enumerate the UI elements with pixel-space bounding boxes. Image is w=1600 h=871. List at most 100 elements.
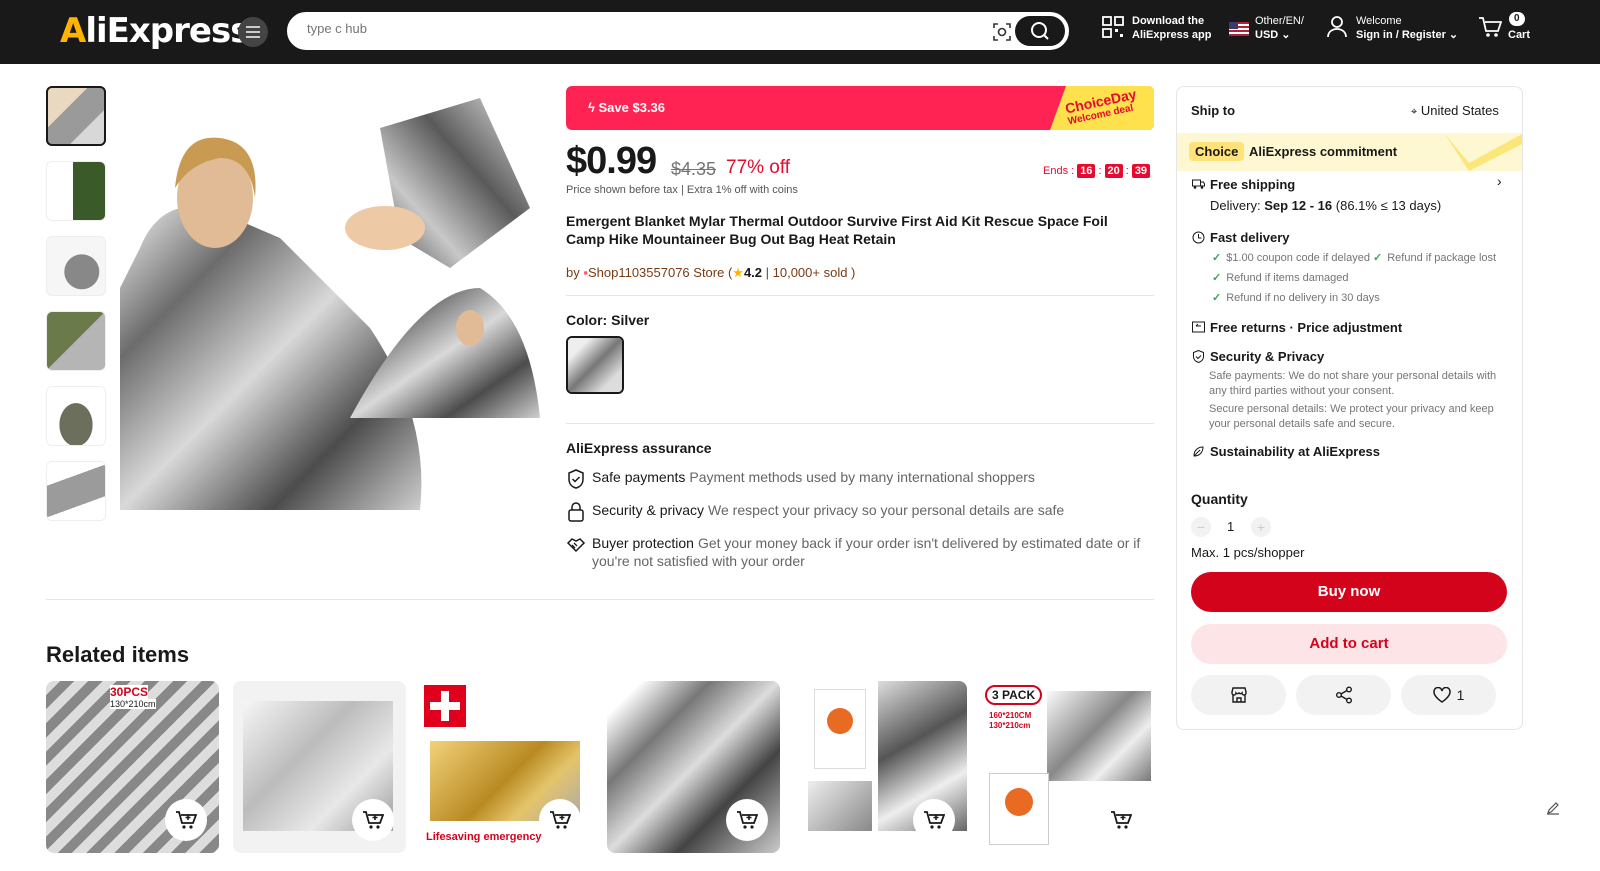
related-size: 130*210cm xyxy=(110,699,156,709)
fd-refund-lost: Refund if package lost xyxy=(1373,251,1496,264)
related-badge-30pcs: 30PCS xyxy=(110,685,149,699)
store-info: by ▪Shop1103557076 Store (★4.2 | 10,000+… xyxy=(566,265,855,281)
share-button[interactable] xyxy=(1296,675,1391,715)
fd-coupon: $1.00 coupon code if delayed xyxy=(1212,251,1370,264)
sustainability-row[interactable]: Sustainability at AliExpress xyxy=(1192,444,1380,459)
product-photo xyxy=(120,98,540,510)
ship-to-country[interactable]: ⌖ United States xyxy=(1411,103,1499,119)
add-to-cart-icon-button[interactable] xyxy=(539,799,581,841)
shield-check-icon xyxy=(568,469,584,489)
search-bar xyxy=(287,12,1069,50)
buy-now-button[interactable]: Buy now xyxy=(1191,572,1507,612)
ends-label: Ends : xyxy=(1043,165,1075,177)
add-to-cart-icon-button[interactable] xyxy=(913,799,955,841)
assurance-security-privacy: Security & privacy We respect your privac… xyxy=(566,501,1156,522)
quantity-decrease-button[interactable]: − xyxy=(1191,517,1211,537)
max-per-shopper: Max. 1 pcs/shopper xyxy=(1191,545,1305,560)
color-swatch-silver[interactable] xyxy=(566,336,624,394)
thumbnail-3[interactable] xyxy=(46,236,106,296)
thumbnail-4[interactable] xyxy=(46,311,106,371)
countdown-hours: 16 xyxy=(1077,164,1096,178)
cart-plus-icon xyxy=(1111,811,1132,829)
search-button[interactable] xyxy=(1015,16,1065,46)
add-to-cart-button[interactable]: Add to cart xyxy=(1191,624,1507,664)
thumbnail-2[interactable] xyxy=(46,161,106,221)
product-title: Emergent Blanket Mylar Thermal Outdoor S… xyxy=(566,213,1108,247)
return-box-icon xyxy=(1192,321,1205,333)
cart-plus-icon xyxy=(176,811,197,829)
top-navigation-bar: AliExpress Download the AliExpress app O… xyxy=(0,0,1600,64)
locale-line2: USD ⌄ xyxy=(1255,29,1291,41)
related-item-3[interactable]: Lifesaving emergency xyxy=(420,681,593,853)
related-item-5[interactable] xyxy=(794,681,967,853)
add-to-cart-icon-button[interactable] xyxy=(1100,799,1142,841)
download-line2: AliExpress app xyxy=(1132,29,1212,41)
store-button[interactable] xyxy=(1191,675,1286,715)
download-app-link[interactable]: Download the AliExpress app xyxy=(1102,14,1211,42)
folded-blanket-image xyxy=(808,781,872,831)
security-personal-details: Secure personal details: We protect your… xyxy=(1209,403,1494,430)
cart-link[interactable]: 0 Cart xyxy=(1478,12,1531,42)
add-to-cart-icon-button[interactable] xyxy=(352,799,394,841)
signin-link[interactable]: Sign in / Register ⌄ xyxy=(1356,28,1458,42)
divider xyxy=(566,295,1154,296)
store-rating: 4.2 xyxy=(743,265,763,280)
promo-banner: ϟ Save $3.36 ChoiceDay Welcome deal xyxy=(566,86,1154,130)
quantity-increase-button[interactable]: + xyxy=(1251,517,1271,537)
locale-line1: Other/EN/ xyxy=(1255,15,1304,27)
swatch-image xyxy=(568,338,622,392)
fd-refund-no-delivery: Refund if no delivery in 30 days xyxy=(1212,291,1379,304)
countdown-minutes: 20 xyxy=(1104,164,1123,178)
commitment-bar[interactable]: Choice AliExpress commitment xyxy=(1177,133,1522,171)
wishlist-count: 1 xyxy=(1456,687,1465,703)
welcome-text: Welcome xyxy=(1356,15,1402,27)
package-image xyxy=(814,689,866,769)
color-label: Color: Silver xyxy=(566,312,650,328)
main-product-image[interactable] xyxy=(120,88,544,510)
add-to-cart-icon-button[interactable] xyxy=(165,799,207,841)
store-prefix: by xyxy=(566,265,580,280)
wishlist-button[interactable]: 1 xyxy=(1401,675,1496,715)
fast-delivery-row: Fast delivery xyxy=(1192,230,1290,245)
assurance-heading: AliExpress assurance xyxy=(566,440,712,456)
image-search-icon[interactable] xyxy=(993,23,1011,41)
chevron-right-icon[interactable]: › xyxy=(1497,173,1502,189)
lightning-icon: ϟ xyxy=(588,100,595,115)
quantity-value[interactable]: 1 xyxy=(1227,519,1234,534)
share-icon xyxy=(1335,686,1352,704)
package-image xyxy=(989,773,1049,845)
free-returns-row: Free returns · Price adjustment xyxy=(1192,320,1402,335)
security-safe-payments: Safe payments: We do not share your pers… xyxy=(1209,370,1497,397)
related-size-text: 160*210CM 130*210cm xyxy=(989,711,1032,730)
first-aid-cross-icon xyxy=(424,685,466,727)
thumbnail-5[interactable] xyxy=(46,386,106,446)
feedback-edit-button[interactable] xyxy=(1540,795,1566,821)
ship-to-label: Ship to xyxy=(1191,103,1236,118)
related-badge-3pack: 3 PACK xyxy=(985,685,1043,705)
checkmark-decoration-icon xyxy=(1444,133,1522,171)
thumbnail-6[interactable] xyxy=(46,461,106,521)
related-item-6[interactable]: 3 PACK 160*210CM 130*210cm xyxy=(981,681,1154,853)
menu-button[interactable] xyxy=(238,17,268,47)
security-privacy-row: Security & Privacy xyxy=(1192,349,1324,364)
original-price: $4.35 xyxy=(671,159,717,179)
cart-plus-icon xyxy=(550,811,571,829)
locale-selector[interactable]: Other/EN/ USD ⌄ xyxy=(1229,14,1304,42)
related-item-2[interactable] xyxy=(233,681,406,853)
related-item-4[interactable] xyxy=(607,681,780,853)
related-caption: Lifesaving emergency xyxy=(426,831,542,843)
user-icon xyxy=(1327,16,1347,38)
thumbnail-1[interactable] xyxy=(46,86,106,146)
free-shipping-row[interactable]: Free shipping xyxy=(1192,177,1295,192)
account-menu[interactable]: Welcome Sign in / Register ⌄ xyxy=(1327,14,1458,42)
pencil-icon xyxy=(1547,802,1559,815)
add-to-cart-icon-button[interactable] xyxy=(726,799,768,841)
related-item-1[interactable]: 30PCS 130*210cm xyxy=(46,681,219,853)
search-input[interactable] xyxy=(307,21,907,36)
purchase-panel: Ship to ⌖ United States Choice AliExpres… xyxy=(1176,86,1523,730)
store-link[interactable]: ▪Shop1103557076 Store ( xyxy=(583,265,732,280)
aliexpress-logo[interactable]: AliExpress xyxy=(60,11,250,51)
divider xyxy=(566,423,1154,424)
cart-label: Cart xyxy=(1508,29,1531,41)
truck-icon xyxy=(1192,179,1205,189)
